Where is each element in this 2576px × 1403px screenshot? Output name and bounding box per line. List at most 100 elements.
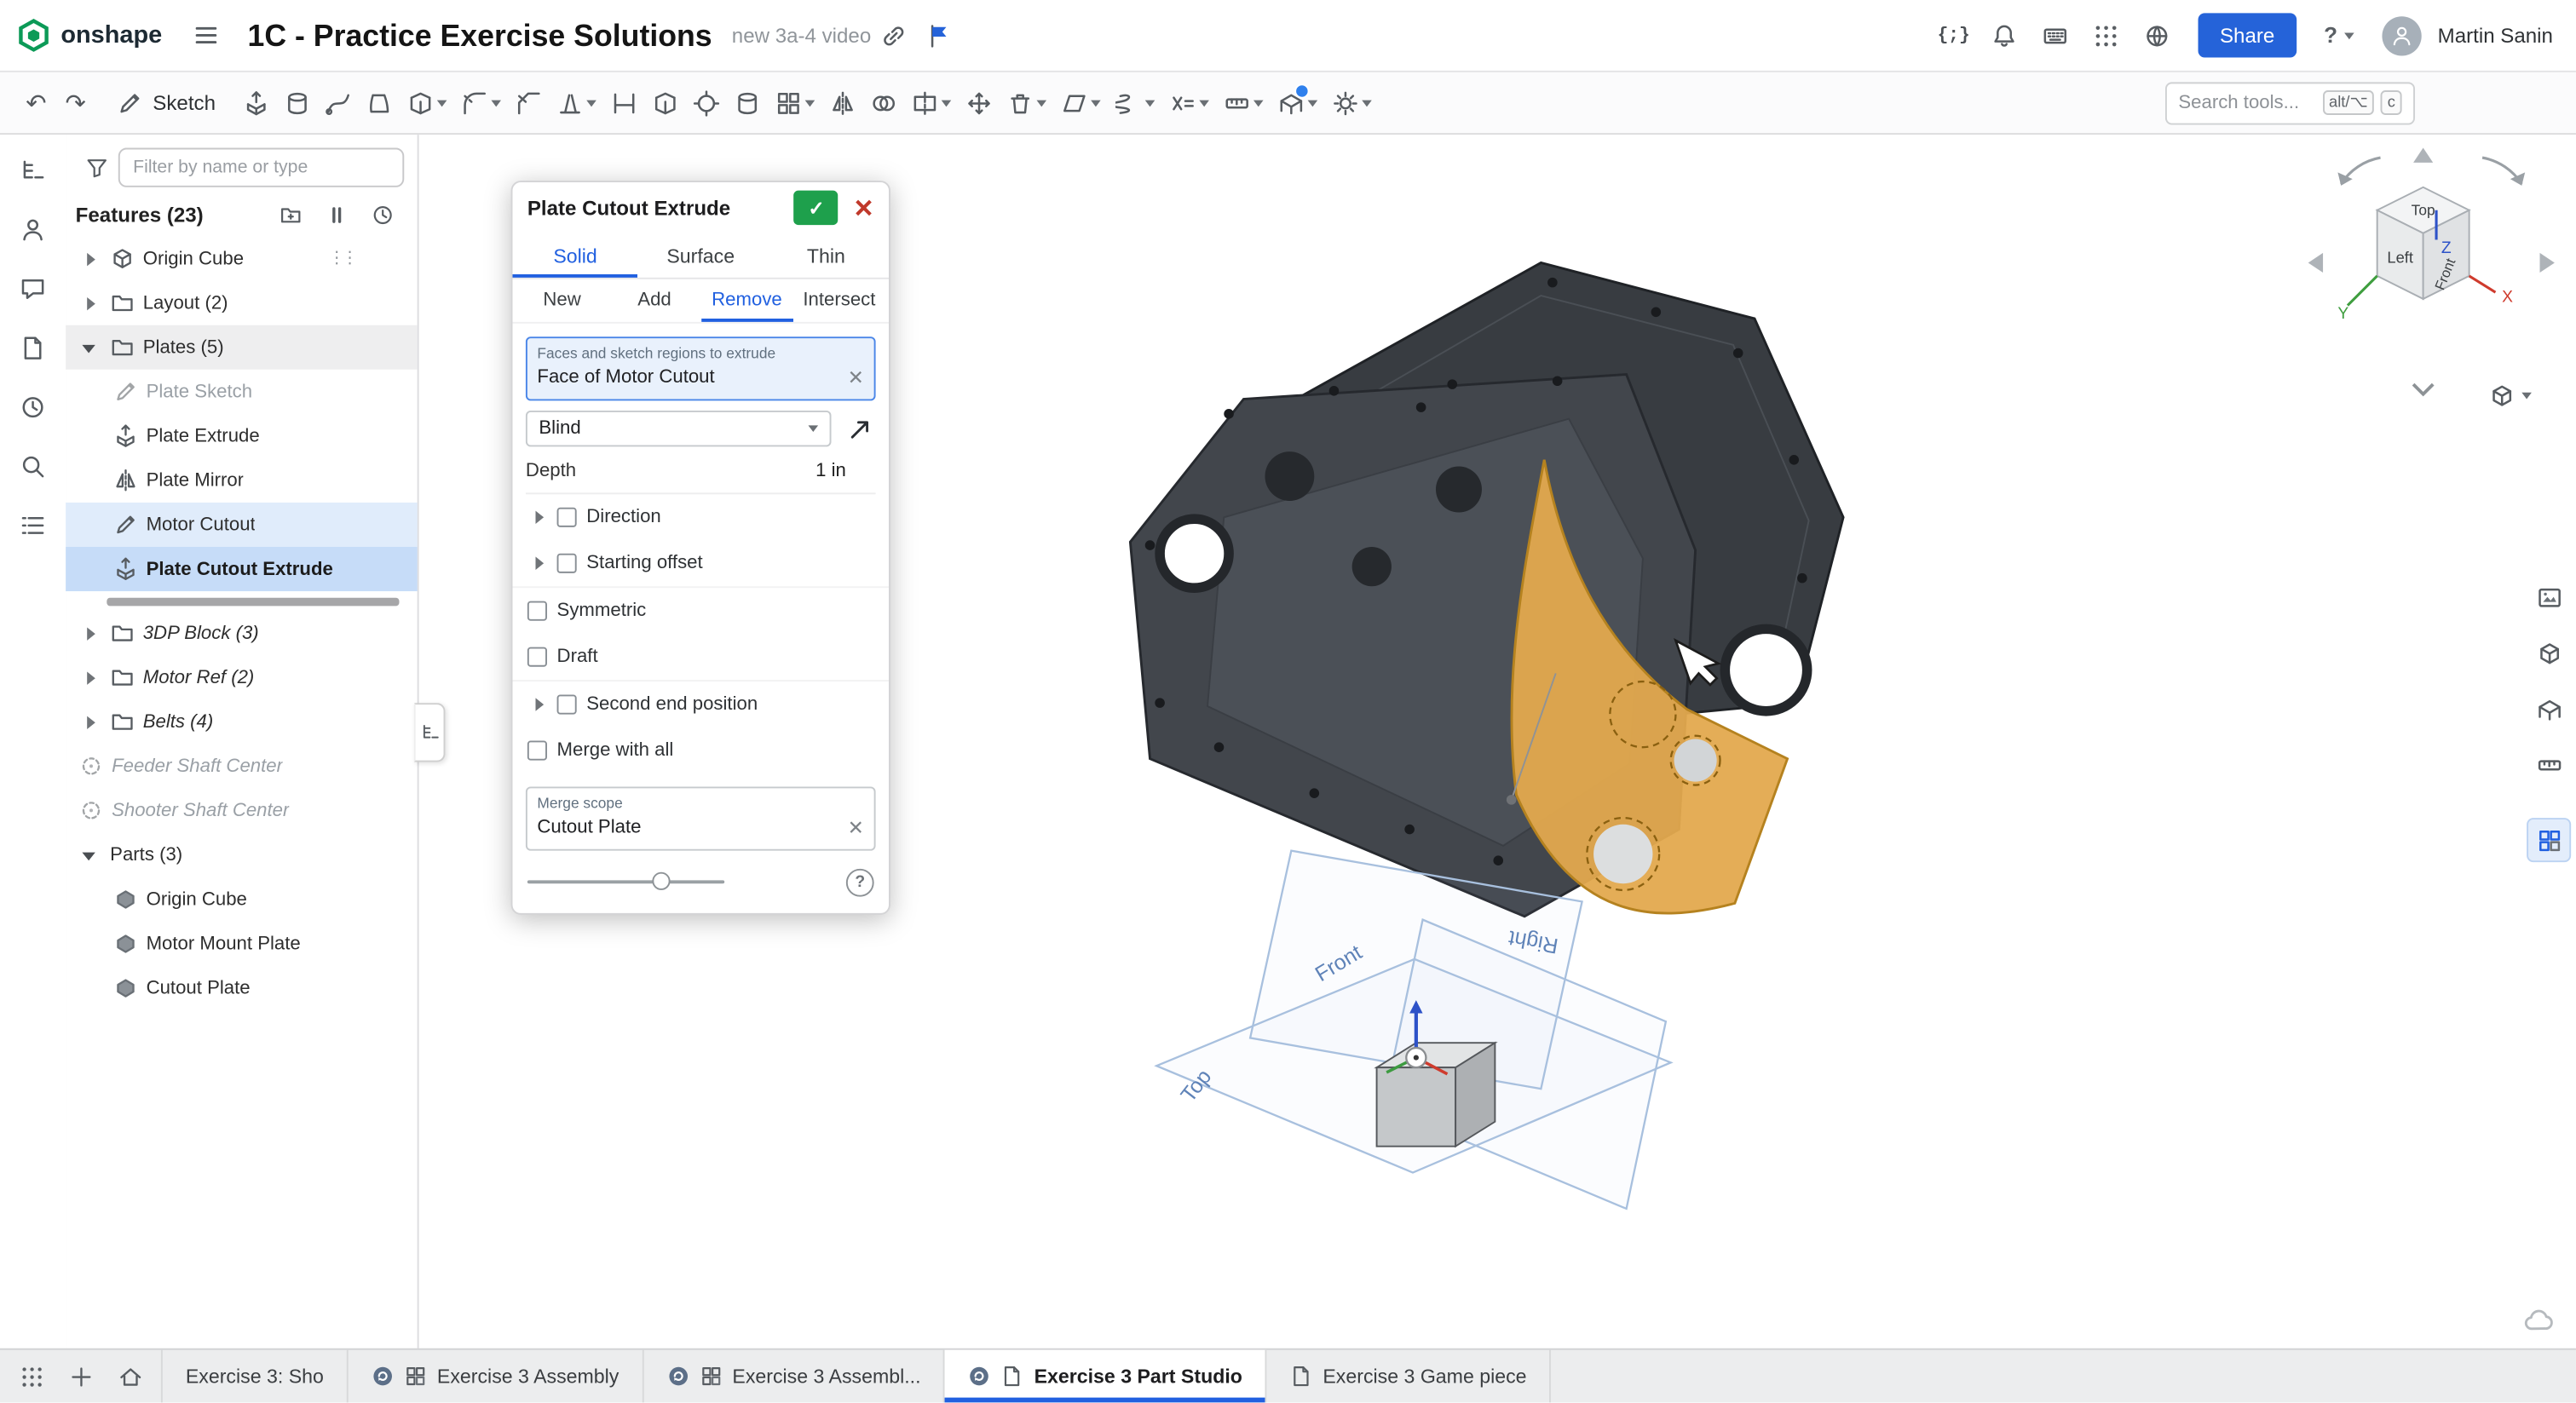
document-tab-4[interactable]: Exercise 3 Game piece: [1267, 1350, 1552, 1403]
end-condition-select[interactable]: Blind: [526, 411, 832, 446]
feature-item[interactable]: Shooter Shaft Center: [66, 788, 418, 832]
chevron-down-icon[interactable]: [79, 336, 102, 359]
merge-with-all-option[interactable]: Merge with all: [513, 727, 889, 773]
origin-cube-part[interactable]: [1377, 1043, 1495, 1146]
keyboard-shortcuts-icon[interactable]: [2032, 12, 2078, 58]
bearing-hole[interactable]: [1725, 629, 1807, 710]
chamfer-tool-button[interactable]: [510, 80, 549, 126]
confirm-button[interactable]: ✓: [794, 191, 838, 225]
avatar[interactable]: [2382, 15, 2421, 55]
dialog-help-icon[interactable]: ?: [846, 868, 874, 896]
feature-item[interactable]: Belts (4): [66, 699, 418, 744]
configurations-panel-icon[interactable]: [2527, 687, 2571, 731]
feature-item[interactable]: Feeder Shaft Center: [66, 744, 418, 788]
chevron-right-icon[interactable]: [79, 622, 102, 645]
feature-item[interactable]: Plate Extrude: [66, 414, 418, 458]
pause-icon[interactable]: [326, 204, 349, 227]
share-button[interactable]: Share: [2199, 13, 2296, 57]
starting-offset-checkbox[interactable]: [557, 554, 577, 573]
drag-handle-icon[interactable]: ⋮⋮: [329, 250, 355, 267]
mirror-tool-button[interactable]: [823, 80, 862, 126]
transform-tool-button[interactable]: [960, 80, 999, 126]
chevron-down-icon[interactable]: [79, 843, 102, 866]
filter-input[interactable]: [118, 148, 404, 187]
chevron-right-icon[interactable]: [527, 552, 547, 575]
rotate-left-arrow[interactable]: [2308, 253, 2323, 273]
copy-link-icon[interactable]: [871, 12, 917, 58]
onshape-logo[interactable]: onshape: [16, 18, 162, 52]
feature-item[interactable]: Motor Cutout: [66, 503, 418, 547]
draft-tool-button[interactable]: [550, 80, 603, 126]
variable-tool-button[interactable]: [1163, 80, 1216, 126]
home-icon[interactable]: [108, 1355, 151, 1398]
main-menu-icon[interactable]: [185, 14, 228, 56]
feature-item[interactable]: Plate Mirror: [66, 458, 418, 503]
second-end-option[interactable]: Second end position: [513, 681, 889, 727]
comments-icon[interactable]: [9, 266, 58, 312]
op-new[interactable]: New: [516, 279, 608, 322]
flyout-handle[interactable]: [414, 703, 446, 762]
fillet-tool-button[interactable]: [455, 80, 508, 126]
starting-offset-option[interactable]: Starting offset: [513, 540, 889, 588]
view-cube[interactable]: Top Left Front Y X Z: [2291, 138, 2571, 417]
outline-icon[interactable]: [9, 503, 58, 549]
viewcube-collapse-chevron[interactable]: [2413, 384, 2433, 394]
history-clock-icon[interactable]: [372, 204, 395, 227]
feature-item[interactable]: Plates (5): [66, 325, 418, 370]
part-item[interactable]: Motor Mount Plate: [66, 922, 418, 966]
op-remove[interactable]: Remove: [700, 279, 792, 322]
cancel-button[interactable]: ✕: [853, 193, 873, 223]
helix-tool-button[interactable]: [1109, 80, 1162, 126]
collaborators-icon[interactable]: [9, 207, 58, 253]
shell-tool-button[interactable]: [646, 80, 685, 126]
plate-hole[interactable]: [1436, 467, 1482, 513]
clear-merge-scope-icon[interactable]: ✕: [848, 816, 864, 839]
linear-pattern-tool-button[interactable]: [769, 80, 822, 126]
second-end-checkbox[interactable]: [557, 695, 577, 715]
depth-input[interactable]: 1 in: [815, 462, 875, 481]
chevron-down-icon[interactable]: [1308, 100, 1318, 106]
chevron-down-icon[interactable]: [1145, 100, 1155, 106]
rollback-bar[interactable]: [66, 591, 418, 611]
parts-section-header[interactable]: Parts (3): [66, 832, 418, 877]
feature-item[interactable]: Origin Cube⋮⋮: [66, 237, 418, 281]
document-panel-icon[interactable]: [9, 325, 58, 371]
split-tool-button[interactable]: [906, 80, 959, 126]
faces-selection-field[interactable]: Faces and sketch regions to extrude Face…: [526, 336, 876, 400]
document-tab-2[interactable]: Exercise 3 Assembl...: [643, 1350, 945, 1403]
measure-tool-button[interactable]: [1218, 80, 1271, 126]
symmetric-option[interactable]: Symmetric: [513, 588, 889, 634]
named-views-panel-icon[interactable]: [2527, 630, 2571, 675]
chevron-right-icon[interactable]: [527, 506, 547, 529]
search-tools[interactable]: Search tools... alt/⌥ c: [2165, 81, 2415, 124]
chevron-down-icon[interactable]: [1037, 100, 1047, 106]
boolean-tool-button[interactable]: [864, 80, 903, 126]
revolve-tool-button[interactable]: [278, 80, 317, 126]
create-folder-icon[interactable]: [279, 204, 303, 227]
chevron-down-icon[interactable]: [1363, 100, 1373, 106]
boss-tool-button[interactable]: [728, 80, 767, 126]
chevron-right-icon[interactable]: [79, 666, 102, 689]
tables-panel-icon[interactable]: [2527, 818, 2571, 862]
chevron-down-icon[interactable]: [437, 100, 447, 106]
view-options-button[interactable]: [2479, 381, 2541, 411]
chevron-right-icon[interactable]: [79, 247, 102, 270]
chevron-down-icon[interactable]: [1253, 100, 1264, 106]
rib-tool-button[interactable]: [605, 80, 644, 126]
feature-list-icon[interactable]: [9, 148, 58, 194]
bearing-hole[interactable]: [1160, 519, 1229, 588]
direction-checkbox[interactable]: [557, 508, 577, 527]
direction-option[interactable]: Direction: [513, 494, 889, 540]
flip-direction-button[interactable]: [843, 412, 876, 446]
sketch-button[interactable]: Sketch: [102, 80, 231, 126]
loft-tool-button[interactable]: [360, 80, 400, 126]
op-add[interactable]: Add: [608, 279, 700, 322]
add-tab-icon[interactable]: [59, 1355, 101, 1398]
feature-item[interactable]: Motor Ref (2): [66, 655, 418, 699]
properties-panel-icon[interactable]: [2527, 742, 2571, 786]
chevron-right-icon[interactable]: [527, 693, 547, 716]
clear-selection-icon[interactable]: ✕: [848, 366, 864, 389]
workspace-name[interactable]: new 3a-4 video: [732, 24, 871, 47]
chevron-down-icon[interactable]: [492, 100, 502, 106]
cutout-hole[interactable]: [1593, 825, 1652, 883]
